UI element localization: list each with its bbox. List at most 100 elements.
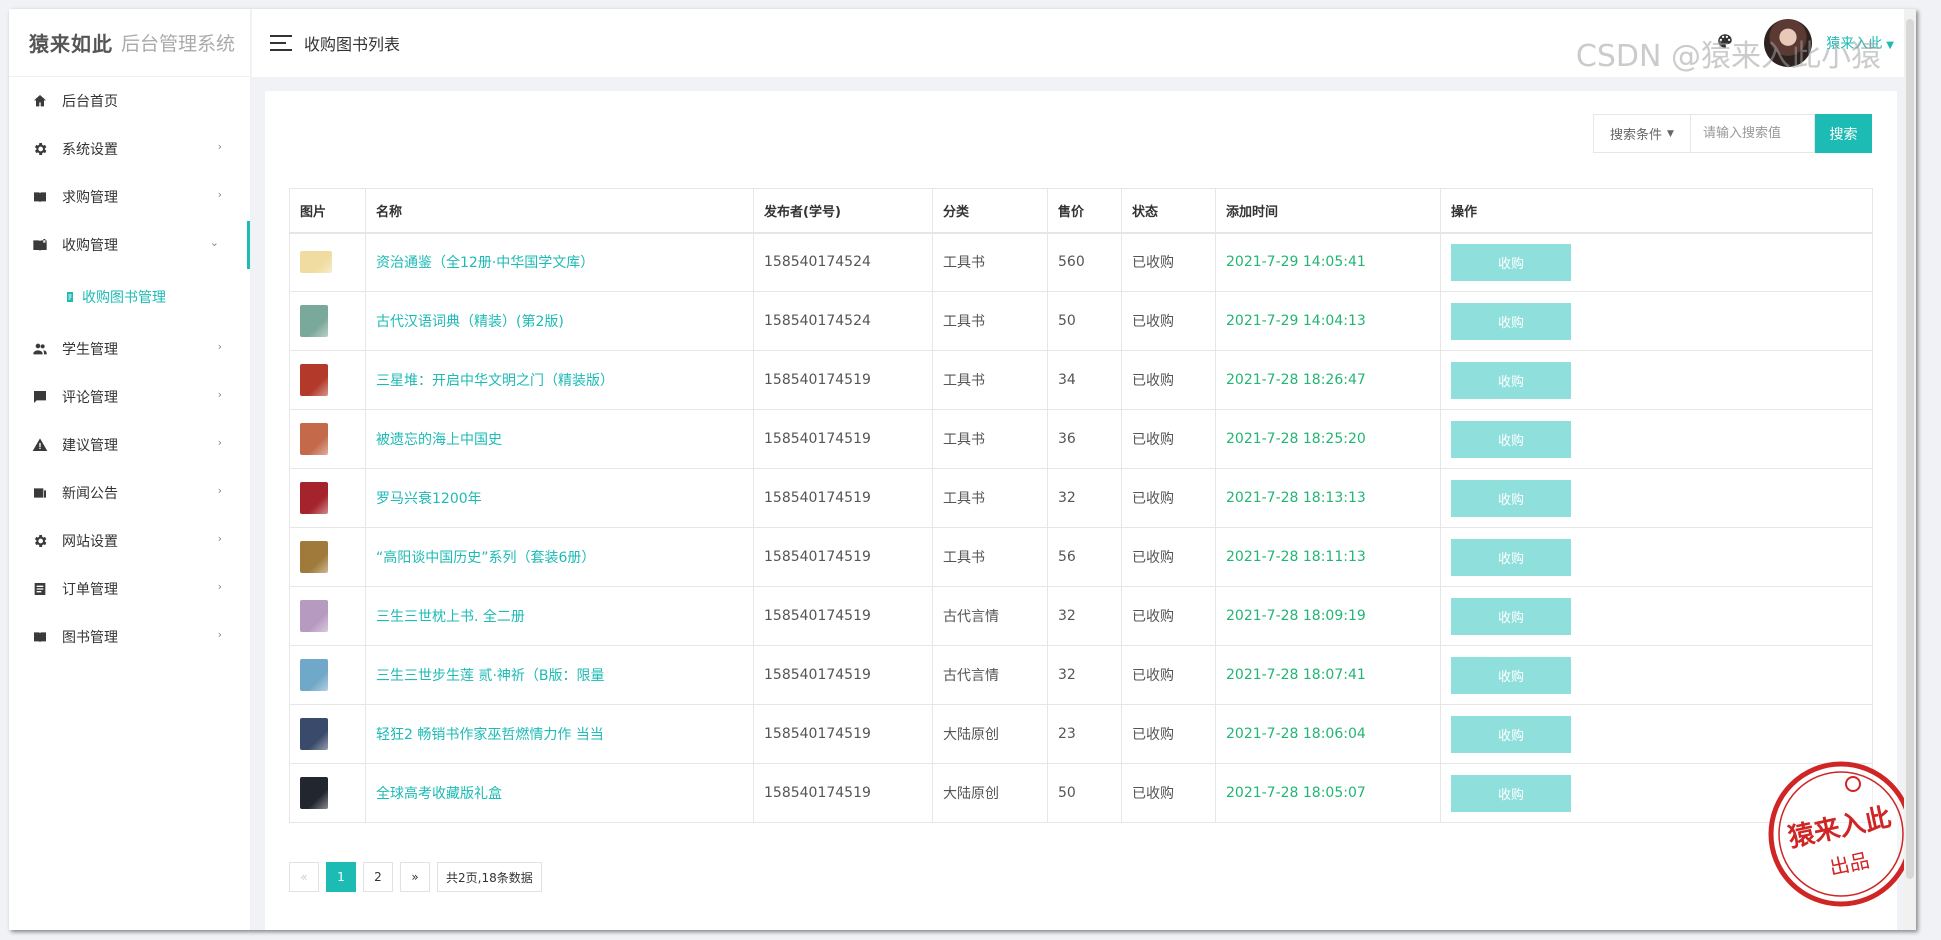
- book-cover-thumbnail[interactable]: [300, 482, 328, 514]
- col-image-header: 图片: [289, 188, 366, 234]
- sidebar-subitem-acquired-books[interactable]: 收购图书管理: [9, 269, 250, 325]
- cell-image: [289, 704, 366, 764]
- watermark-text: CSDN @猿来入此小猿: [1575, 39, 1881, 74]
- cell-action: 收购: [1440, 232, 1873, 292]
- content-card: 搜索条件 ▼ 搜索 图片名称发布者(学号)分类售价状态添加时间操作 资治通鉴（全1…: [265, 91, 1897, 930]
- scrollbar-thumb[interactable]: [1906, 19, 1914, 879]
- sidebar-item-orders[interactable]: 订单管理 ›: [9, 565, 250, 613]
- sidebar-item-home[interactable]: 后台首页: [9, 77, 250, 125]
- cell-price: 23: [1047, 704, 1122, 764]
- cell-image: [289, 763, 366, 823]
- acquire-button[interactable]: 收购: [1451, 715, 1571, 753]
- acquire-button[interactable]: 收购: [1451, 420, 1571, 458]
- gear-icon: [31, 140, 49, 158]
- col-action-header: 操作: [1440, 188, 1873, 234]
- cell-price: 32: [1047, 586, 1122, 646]
- search-condition-label: 搜索条件: [1610, 128, 1663, 143]
- table-body: 资治通鉴（全12册·中华国学文库） 158540174524 工具书 560 已收购 20…: [289, 232, 1873, 823]
- cell-action: 收购: [1440, 291, 1873, 351]
- book-cover-thumbnail[interactable]: [300, 659, 328, 691]
- cell-price: 32: [1047, 468, 1122, 528]
- table-row: 被遗忘的海上中国史 158540174519 工具书 36 已收购 2021-7-28 1…: [289, 409, 1873, 469]
- table-row: 轻狂2 畅销书作家巫哲燃情力作 当当 158540174519 大陆原创 23 已收购 2…: [289, 704, 1873, 764]
- sidebar-item-system-settings[interactable]: 系统设置 ›: [9, 125, 250, 173]
- page-scrollbar[interactable]: [1904, 9, 1916, 930]
- col-name-header: 名称: [365, 188, 754, 234]
- book-cover-thumbnail[interactable]: [300, 423, 328, 455]
- cell-image: [289, 409, 366, 469]
- book-cover-thumbnail[interactable]: [300, 541, 328, 573]
- cell-book-name-link[interactable]: 被遗忘的海上中国史: [365, 409, 754, 469]
- sidebar-item-news[interactable]: 新闻公告 ›: [9, 469, 250, 517]
- logo: 猿来如此 后台管理系统: [9, 9, 250, 77]
- prev-page-button[interactable]: «: [289, 862, 319, 892]
- cell-publisher: 158540174519: [753, 763, 933, 823]
- page-2-button[interactable]: 2: [363, 862, 393, 892]
- sidebar-item-purchase-request[interactable]: 求购管理 ›: [9, 173, 250, 221]
- cell-book-name-link[interactable]: 三生三世步生莲 贰·神祈（B版：限量: [365, 645, 754, 705]
- sidebar-item-acquisition[interactable]: 收购管理 ⌄: [9, 221, 250, 269]
- cell-action: 收购: [1440, 468, 1873, 528]
- table-row: 三生三世枕上书. 全二册 158540174519 古代言情 32 已收购 2021-7-…: [289, 586, 1873, 646]
- sidebar-item-label: 评论管理: [62, 390, 118, 406]
- sidebar-item-suggestions[interactable]: 建议管理 ›: [9, 421, 250, 469]
- sidebar-item-label: 后台首页: [62, 94, 118, 110]
- table-row: 全球高考收藏版礼盒 158540174519 大陆原创 50 已收购 2021-7-28 …: [289, 763, 1873, 823]
- sidebar-subitem-label: 收购图书管理: [82, 290, 166, 306]
- cell-book-name-link[interactable]: 古代汉语词典（精装）(第2版): [365, 291, 754, 351]
- cell-action: 收购: [1440, 586, 1873, 646]
- cell-action: 收购: [1440, 350, 1873, 410]
- search-bar: 搜索条件 ▼ 搜索: [1593, 114, 1872, 153]
- cell-category: 工具书: [932, 350, 1048, 410]
- acquire-button[interactable]: 收购: [1451, 538, 1571, 576]
- cell-book-name-link[interactable]: 轻狂2 畅销书作家巫哲燃情力作 当当: [365, 704, 754, 764]
- cell-book-name-link[interactable]: 三星堆：开启中华文明之门（精装版）: [365, 350, 754, 410]
- book-cover-thumbnail[interactable]: [300, 718, 328, 750]
- table-header-row: 图片 名称 发布者(学号) 分类 售价 状态 添加时间 操作: [289, 188, 1873, 234]
- cell-price: 34: [1047, 350, 1122, 410]
- sidebar-item-books[interactable]: 图书管理 ›: [9, 613, 250, 661]
- next-page-button[interactable]: »: [400, 862, 430, 892]
- cell-status: 已收购: [1121, 232, 1216, 292]
- search-condition-select[interactable]: 搜索条件 ▼: [1593, 114, 1690, 153]
- chevron-right-icon: ›: [217, 340, 222, 353]
- cell-action: 收购: [1440, 645, 1873, 705]
- menu-toggle-icon[interactable]: [270, 35, 292, 51]
- book-cover-thumbnail[interactable]: [300, 777, 328, 809]
- cell-book-name-link[interactable]: “高阳谈中国历史”系列（套装6册）: [365, 527, 754, 587]
- acquire-button[interactable]: 收购: [1451, 597, 1571, 635]
- cell-publisher: 158540174519: [753, 586, 933, 646]
- cell-price: 50: [1047, 763, 1122, 823]
- acquire-button[interactable]: 收购: [1451, 243, 1571, 281]
- acquire-button[interactable]: 收购: [1451, 479, 1571, 517]
- search-input[interactable]: [1690, 114, 1815, 153]
- sidebar-item-label: 新闻公告: [62, 486, 118, 502]
- book-cover-thumbnail[interactable]: [300, 364, 328, 396]
- cell-image: [289, 645, 366, 705]
- sidebar-item-site-settings[interactable]: 网站设置 ›: [9, 517, 250, 565]
- cell-price: 32: [1047, 645, 1122, 705]
- page-1-button[interactable]: 1: [326, 862, 356, 892]
- cell-added-time: 2021-7-28 18:26:47: [1215, 350, 1441, 410]
- book-cover-thumbnail[interactable]: [300, 600, 328, 632]
- sidebar-item-students[interactable]: 学生管理 ›: [9, 325, 250, 373]
- cell-book-name-link[interactable]: 全球高考收藏版礼盒: [365, 763, 754, 823]
- chevron-right-icon: ›: [217, 484, 222, 497]
- cell-book-name-link[interactable]: 资治通鉴（全12册·中华国学文库）: [365, 232, 754, 292]
- acquire-button[interactable]: 收购: [1451, 361, 1571, 399]
- col-status-header: 状态: [1121, 188, 1216, 234]
- table-row: 罗马兴衰1200年 158540174519 工具书 32 已收购 2021-7-28 1…: [289, 468, 1873, 528]
- acquire-button[interactable]: 收购: [1451, 774, 1571, 812]
- cell-book-name-link[interactable]: 三生三世枕上书. 全二册: [365, 586, 754, 646]
- cell-price: 560: [1047, 232, 1122, 292]
- cell-action: 收购: [1440, 409, 1873, 469]
- acquire-button[interactable]: 收购: [1451, 656, 1571, 694]
- cell-status: 已收购: [1121, 704, 1216, 764]
- acquire-button[interactable]: 收购: [1451, 302, 1571, 340]
- book-cover-thumbnail[interactable]: [300, 251, 332, 274]
- search-button[interactable]: 搜索: [1815, 114, 1872, 153]
- book-cover-thumbnail[interactable]: [300, 305, 328, 337]
- chevron-right-icon: ›: [217, 188, 222, 201]
- cell-book-name-link[interactable]: 罗马兴衰1200年: [365, 468, 754, 528]
- sidebar-item-comments[interactable]: 评论管理 ›: [9, 373, 250, 421]
